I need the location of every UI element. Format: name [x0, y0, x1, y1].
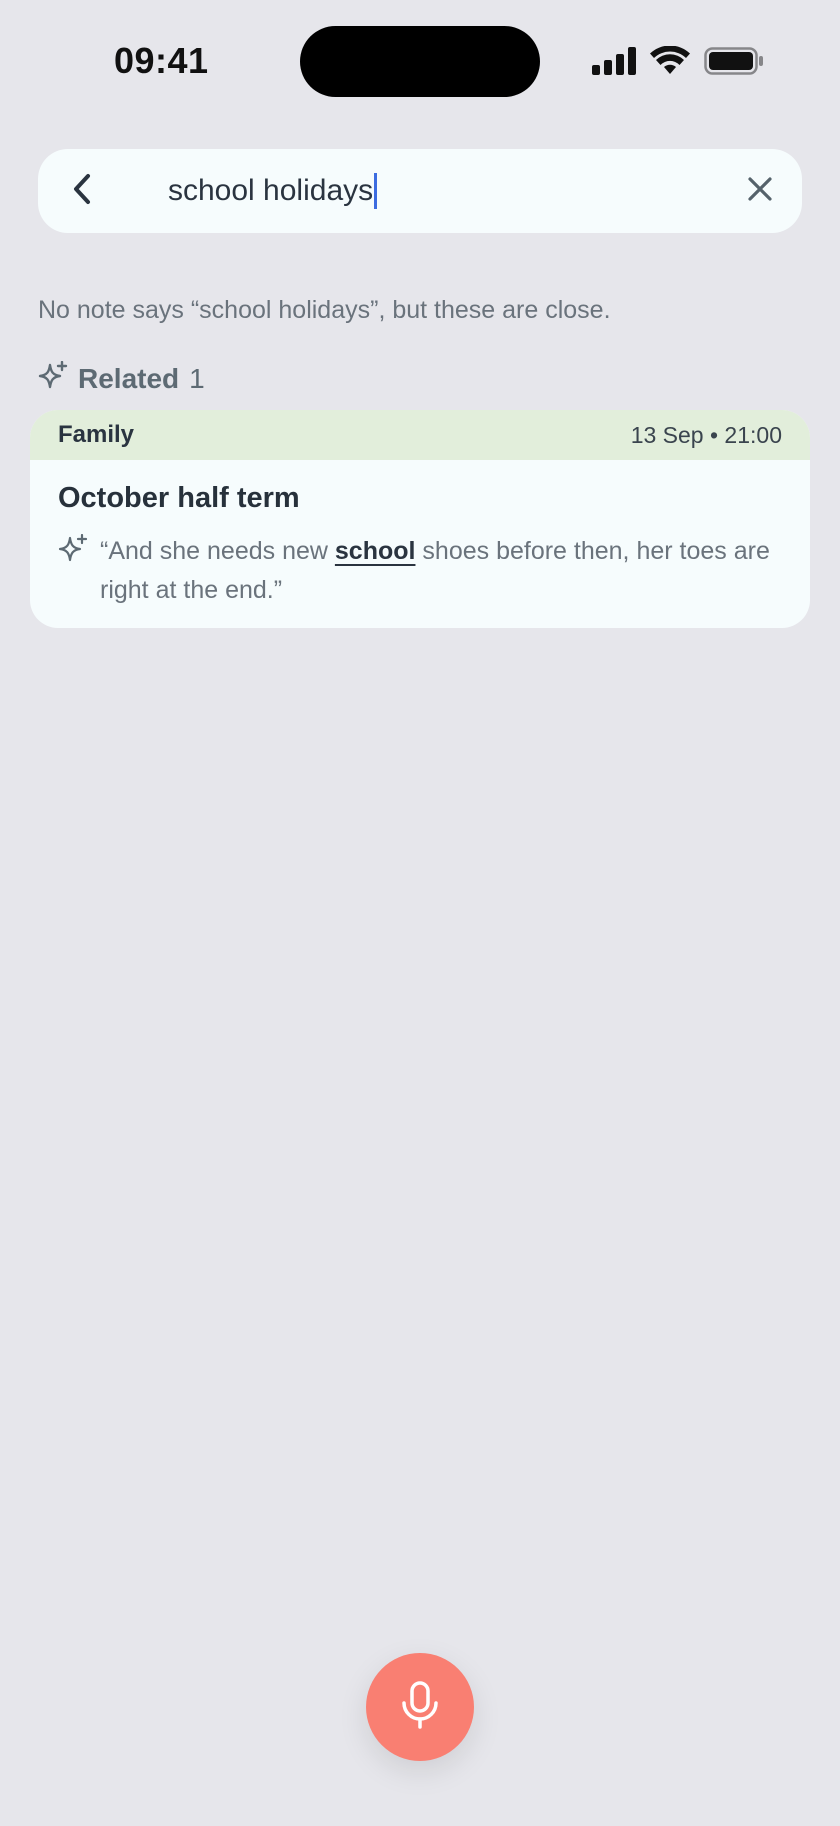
- back-button[interactable]: [38, 149, 128, 233]
- cellular-signal-icon: [592, 47, 636, 80]
- related-section-header: Related 1: [38, 360, 205, 396]
- chevron-left-icon: [69, 172, 97, 211]
- snippet-match-highlight: school: [334, 537, 416, 565]
- voice-record-button[interactable]: [366, 1653, 474, 1761]
- clear-search-button[interactable]: [718, 149, 802, 233]
- card-header: Family 13 Sep • 21:00: [30, 410, 810, 460]
- search-query-text: school holidays: [168, 174, 374, 207]
- snippet-before: “And she needs new: [100, 537, 335, 565]
- section-count: 1: [189, 362, 205, 394]
- card-timestamp: 13 Sep • 21:00: [630, 421, 782, 448]
- close-icon: [747, 176, 773, 207]
- snippet-text: “And she needs new school shoes before t…: [100, 532, 788, 610]
- section-title: Related: [78, 362, 180, 394]
- card-snippet: “And she needs new school shoes before t…: [58, 532, 788, 610]
- dynamic-island: [300, 26, 540, 97]
- text-caret: [374, 173, 378, 209]
- search-input[interactable]: school holidays: [128, 149, 718, 233]
- search-bar: school holidays: [38, 149, 802, 233]
- sparkle-icon: [58, 532, 88, 610]
- status-time: 09:41: [114, 40, 209, 81]
- battery-icon: [704, 47, 764, 80]
- status-bar: 09:41: [0, 0, 840, 120]
- result-card[interactable]: Family 13 Sep • 21:00 October half term …: [30, 410, 810, 628]
- wifi-icon: [650, 45, 690, 81]
- no-exact-match-hint: No note says “school holidays”, but thes…: [38, 296, 611, 324]
- status-icons: [592, 45, 764, 81]
- sparkle-icon: [38, 360, 68, 396]
- microphone-icon: [400, 1680, 440, 1734]
- search-screen: 09:41 school holidays No note says “scho…: [0, 0, 840, 1826]
- card-title: October half term: [58, 482, 300, 514]
- card-category-label: Family: [58, 421, 135, 448]
